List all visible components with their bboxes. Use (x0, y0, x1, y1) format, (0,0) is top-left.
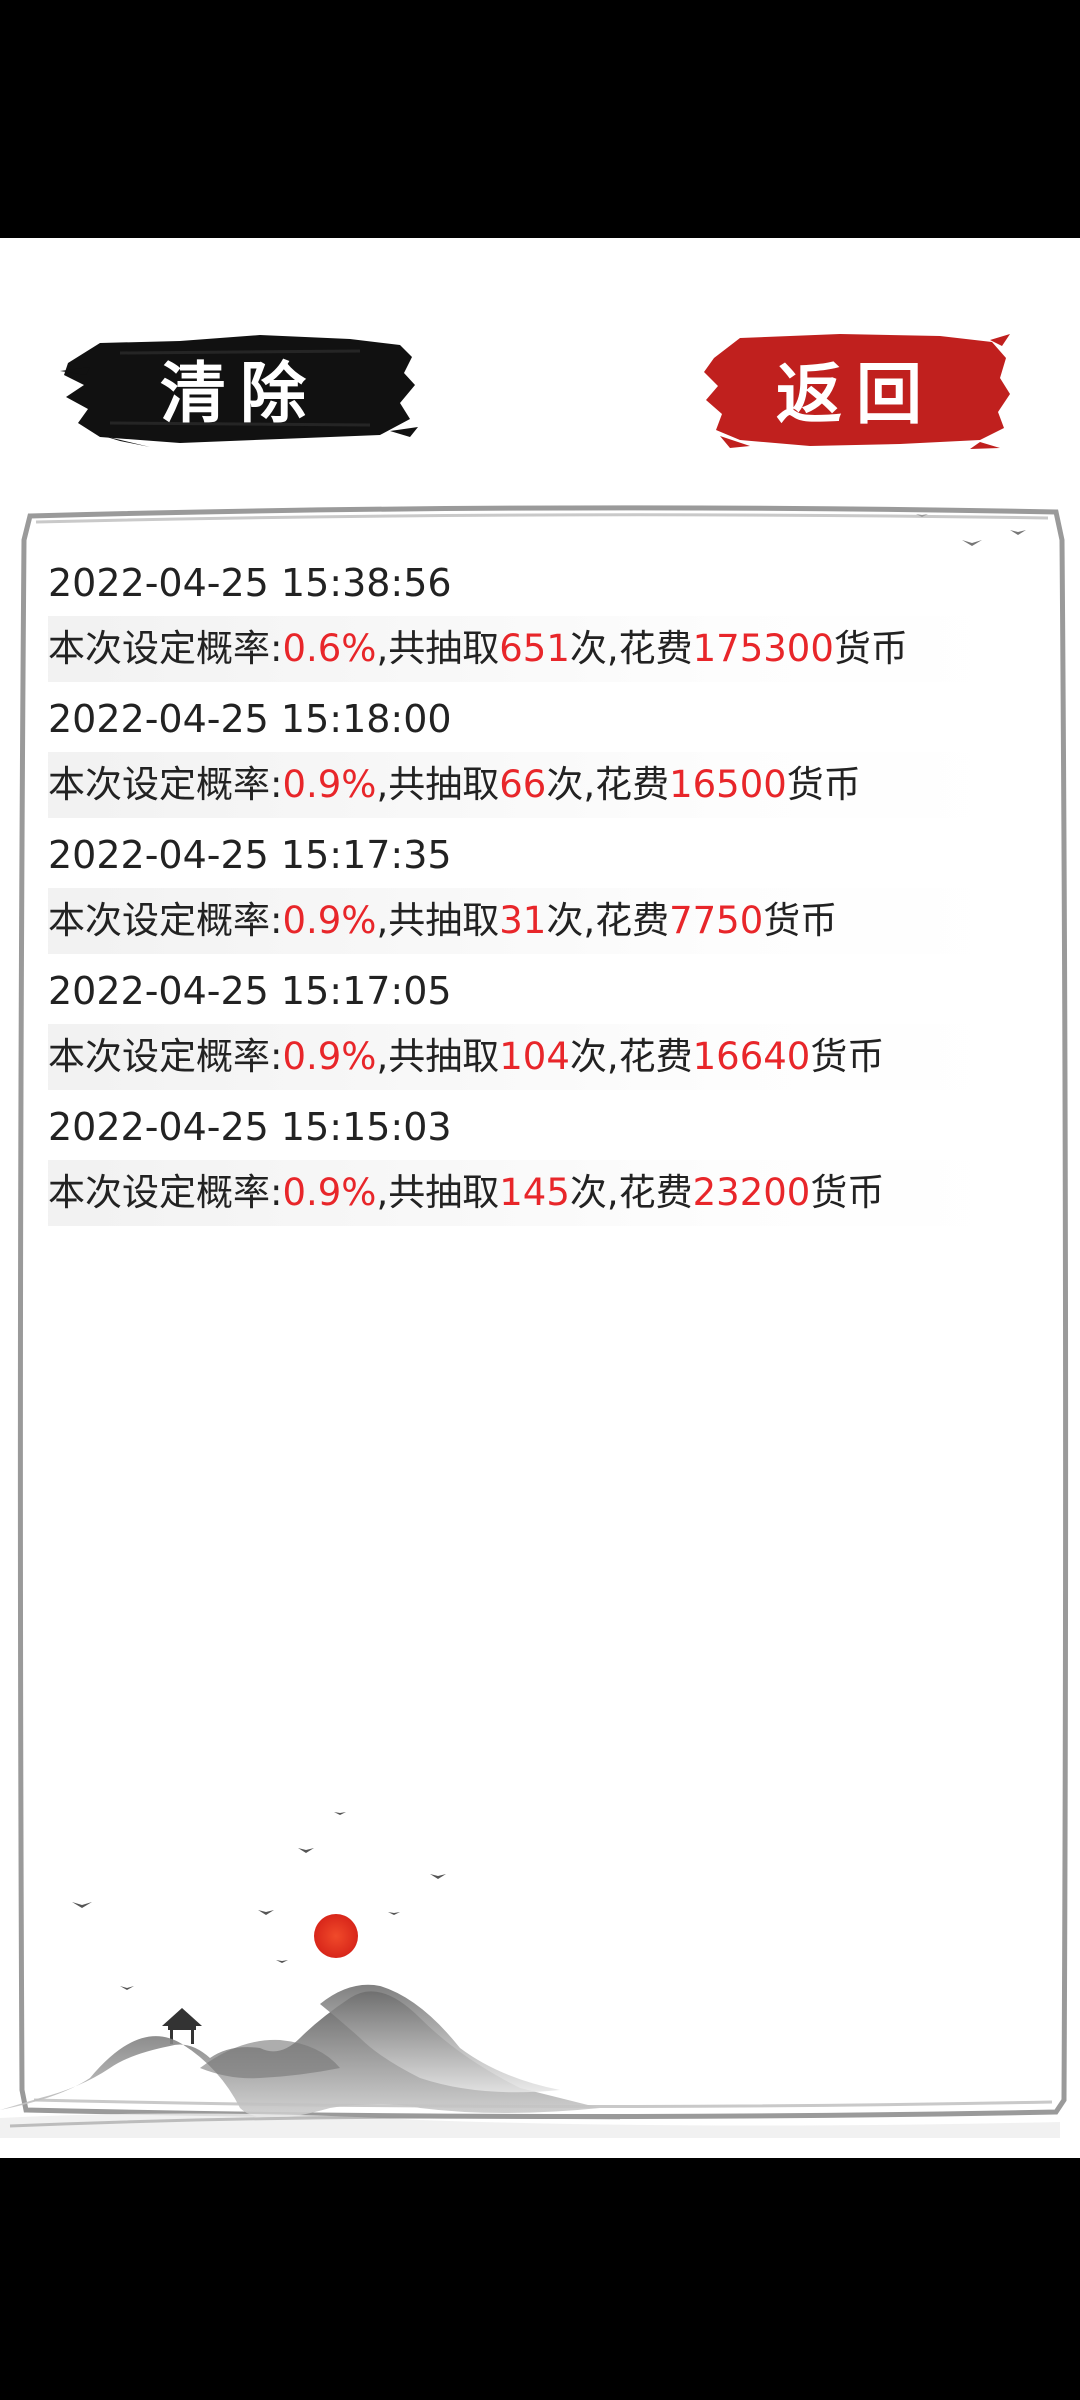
record-probability: 0.6% (282, 627, 377, 670)
record-cost: 16640 (692, 1035, 811, 1078)
back-button[interactable]: 返回 (700, 328, 1012, 450)
draw-suffix: 次,花费 (546, 763, 670, 806)
draw-prefix: ,共抽取 (376, 1171, 500, 1214)
clear-button[interactable]: 清除 (60, 323, 420, 453)
record-time: 2022-04-25 15:18:00 (48, 697, 452, 741)
birds-icon (72, 1812, 446, 1990)
prob-prefix: 本次设定概率: (48, 899, 283, 942)
sun-icon (314, 1914, 358, 1958)
draw-prefix: ,共抽取 (376, 627, 500, 670)
prob-prefix: 本次设定概率: (48, 1171, 283, 1214)
content-area: 清除 返回 2022-04-25 15:38:56 本次设定概率:0.6%,共抽… (0, 238, 1080, 2158)
record-cost: 175300 (692, 627, 834, 670)
cost-suffix: 货币 (833, 627, 908, 670)
back-button-label: 返回 (776, 356, 936, 433)
cost-suffix: 货币 (810, 1171, 885, 1214)
record-cost: 7750 (669, 899, 764, 942)
draw-suffix: 次,花费 (569, 1171, 693, 1214)
record-time: 2022-04-25 15:17:35 (48, 833, 452, 877)
cost-suffix: 货币 (810, 1035, 885, 1078)
list-item: 2022-04-25 15:18:00 本次设定概率:0.9%,共抽取66次,花… (48, 686, 1008, 822)
list-item: 2022-04-25 15:15:03 本次设定概率:0.9%,共抽取145次,… (48, 1094, 1008, 1230)
list-item: 2022-04-25 15:38:56 本次设定概率:0.6%,共抽取651次,… (48, 550, 1008, 686)
prob-prefix: 本次设定概率: (48, 763, 283, 806)
ink-landscape-icon (0, 1812, 1060, 2138)
cost-suffix: 货币 (763, 899, 838, 942)
cost-suffix: 货币 (786, 763, 861, 806)
draw-prefix: ,共抽取 (376, 763, 500, 806)
record-list: 2022-04-25 15:38:56 本次设定概率:0.6%,共抽取651次,… (48, 550, 1008, 1230)
record-time: 2022-04-25 15:17:05 (48, 969, 452, 1013)
list-item: 2022-04-25 15:17:35 本次设定概率:0.9%,共抽取31次,花… (48, 822, 1008, 958)
clear-button-label: 清除 (160, 355, 320, 432)
record-draws: 651 (499, 627, 570, 670)
draw-suffix: 次,花费 (569, 1035, 693, 1078)
draw-suffix: 次,花费 (569, 627, 693, 670)
draw-prefix: ,共抽取 (376, 899, 500, 942)
prob-prefix: 本次设定概率: (48, 1035, 283, 1078)
prob-prefix: 本次设定概率: (48, 627, 283, 670)
record-draws: 145 (499, 1171, 570, 1214)
record-cost: 16500 (669, 763, 787, 806)
draw-suffix: 次,花费 (546, 899, 670, 942)
record-desc: 本次设定概率:0.9%,共抽取66次,花费16500货币 (48, 752, 1008, 818)
record-draws: 66 (499, 763, 547, 806)
record-desc: 本次设定概率:0.9%,共抽取104次,花费16640货币 (48, 1024, 1008, 1090)
record-desc: 本次设定概率:0.9%,共抽取31次,花费7750货币 (48, 888, 1008, 954)
record-draws: 31 (499, 899, 547, 942)
record-cost: 23200 (692, 1171, 811, 1214)
record-draws: 104 (499, 1035, 570, 1078)
record-desc: 本次设定概率:0.9%,共抽取145次,花费23200货币 (48, 1160, 1008, 1226)
record-desc: 本次设定概率:0.6%,共抽取651次,花费175300货币 (48, 616, 1008, 682)
app-screen: 清除 返回 2022-04-25 15:38:56 本次设定概率:0.6%,共抽… (0, 0, 1080, 2400)
record-time: 2022-04-25 15:38:56 (48, 561, 452, 605)
record-probability: 0.9% (282, 899, 377, 942)
record-probability: 0.9% (282, 1171, 377, 1214)
draw-prefix: ,共抽取 (376, 1035, 500, 1078)
record-probability: 0.9% (282, 1035, 377, 1078)
list-item: 2022-04-25 15:17:05 本次设定概率:0.9%,共抽取104次,… (48, 958, 1008, 1094)
record-probability: 0.9% (282, 763, 377, 806)
record-time: 2022-04-25 15:15:03 (48, 1105, 452, 1149)
